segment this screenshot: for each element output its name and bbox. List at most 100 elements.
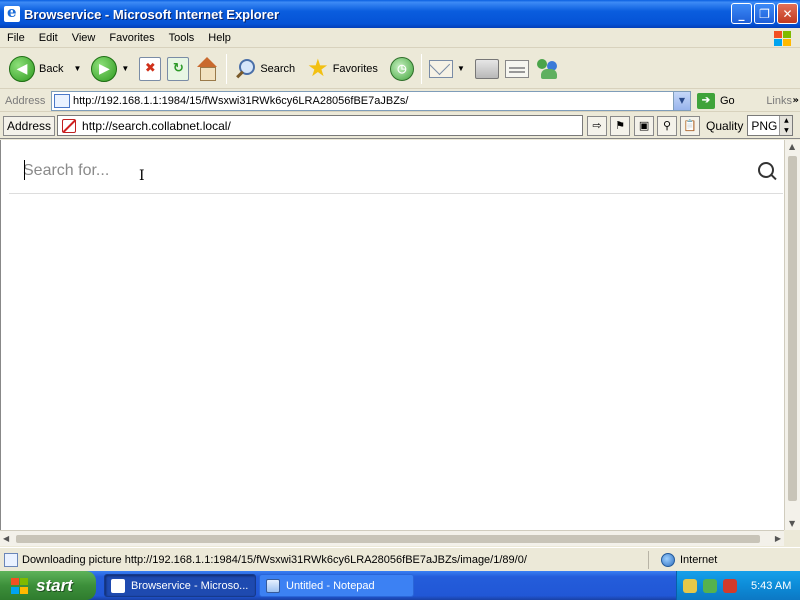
menu-help[interactable]: Help bbox=[201, 32, 238, 44]
address-url: http://192.168.1.1:1984/15/fWsxwi31RWk6c… bbox=[73, 94, 409, 107]
messenger-icon bbox=[535, 57, 561, 81]
address-dropdown-icon[interactable]: ▼ bbox=[673, 91, 690, 110]
mail-icon bbox=[428, 59, 453, 78]
address-input[interactable]: http://192.168.1.1:1984/15/fWsxwi31RWk6c… bbox=[51, 90, 691, 111]
system-tray: 5:43 AM bbox=[676, 571, 800, 600]
horizontal-scrollbar[interactable]: ◀ ▶ bbox=[0, 530, 784, 546]
menu-favorites[interactable]: Favorites bbox=[102, 32, 161, 44]
security-alert-icon[interactable] bbox=[723, 578, 737, 593]
volume-icon[interactable] bbox=[703, 578, 717, 593]
network-icon[interactable] bbox=[683, 578, 697, 593]
notepad-icon bbox=[266, 578, 280, 593]
go-button[interactable]: ➔ Go bbox=[697, 92, 735, 109]
printer-icon bbox=[474, 58, 499, 79]
ie-icon bbox=[111, 578, 125, 593]
status-bar: Downloading picture http://192.168.1.1:1… bbox=[0, 547, 800, 571]
horizontal-scroll-thumb[interactable] bbox=[16, 535, 760, 543]
status-text: Downloading picture http://192.168.1.1:1… bbox=[22, 553, 527, 566]
go-arrow-icon[interactable]: ⇨ bbox=[587, 115, 608, 136]
browservice-nav-buttons: ⇨ ⚑ bbox=[587, 115, 631, 136]
search-box bbox=[9, 148, 783, 194]
scroll-up-icon[interactable]: ▲ bbox=[789, 142, 795, 151]
scrollbar-corner bbox=[784, 530, 800, 546]
windows-logo-icon bbox=[766, 29, 794, 47]
minimize-button[interactable]: _ bbox=[731, 3, 752, 24]
vertical-scrollbar[interactable]: ▲ ▼ bbox=[784, 140, 800, 530]
browservice-control-bar: Address http://search.collabnet.local/ ⇨… bbox=[0, 113, 800, 139]
search-icon bbox=[234, 58, 256, 80]
taskbar: start Browservice - Microso... Untitled … bbox=[0, 571, 800, 600]
refresh-icon: ↻ bbox=[167, 56, 190, 81]
browservice-url: http://search.collabnet.local/ bbox=[82, 118, 231, 133]
home-icon bbox=[195, 56, 219, 81]
refresh-button[interactable]: ↻ bbox=[164, 52, 192, 86]
quality-selector[interactable]: PNG ▲ ▼ bbox=[747, 115, 794, 136]
page-content: I bbox=[0, 140, 784, 530]
search-input[interactable] bbox=[23, 158, 713, 184]
browservice-address-input[interactable]: http://search.collabnet.local/ bbox=[57, 115, 584, 136]
back-label: Back bbox=[39, 62, 64, 75]
quality-spinner[interactable]: ▲ ▼ bbox=[779, 116, 793, 135]
toolbar-separator bbox=[226, 53, 228, 84]
menu-file[interactable]: File bbox=[0, 32, 32, 44]
favorites-button[interactable]: ★ Favorites bbox=[304, 52, 387, 86]
stop-icon: ✖ bbox=[139, 56, 162, 81]
globe-icon bbox=[661, 552, 675, 567]
start-button[interactable]: start bbox=[0, 571, 96, 600]
close-button[interactable]: ✕ bbox=[777, 3, 798, 24]
clipboard-icon[interactable]: 📋 bbox=[680, 115, 701, 136]
history-icon: ◷ bbox=[389, 56, 414, 81]
edit-button[interactable] bbox=[502, 52, 532, 86]
forward-dropdown-icon[interactable]: ▼ bbox=[121, 64, 129, 73]
window-controls: _ ❐ ✕ bbox=[731, 3, 798, 24]
print-button[interactable] bbox=[472, 52, 502, 86]
browservice-address-label: Address bbox=[3, 115, 56, 136]
menu-edit[interactable]: Edit bbox=[32, 32, 65, 44]
vertical-scroll-thumb[interactable] bbox=[788, 156, 797, 501]
links-button[interactable]: Links bbox=[766, 95, 792, 107]
mail-button[interactable]: ▼ bbox=[426, 52, 472, 86]
history-button[interactable]: ◷ bbox=[387, 52, 417, 86]
menu-bar: File Edit View Favorites Tools Help bbox=[0, 28, 800, 48]
scroll-left-icon[interactable]: ◀ bbox=[3, 534, 9, 543]
favorites-label: Favorites bbox=[332, 62, 378, 75]
text-caret bbox=[24, 160, 25, 180]
text-cursor-icon: I bbox=[139, 168, 145, 184]
links-chevron-icon[interactable]: » bbox=[793, 95, 799, 106]
forward-button[interactable]: ▶ ▼ bbox=[88, 52, 136, 86]
spin-up-icon[interactable]: ▲ bbox=[780, 116, 793, 126]
search-label: Search bbox=[260, 62, 296, 75]
bookmark-icon[interactable]: ⚑ bbox=[610, 115, 631, 136]
quality-label: Quality bbox=[706, 118, 744, 133]
messenger-button[interactable] bbox=[532, 52, 564, 86]
page-icon bbox=[4, 552, 18, 567]
maximize-button[interactable]: ❐ bbox=[754, 3, 775, 24]
taskbar-item-notepad[interactable]: Untitled - Notepad bbox=[259, 574, 414, 597]
menu-view[interactable]: View bbox=[65, 32, 103, 44]
task-label: Untitled - Notepad bbox=[286, 579, 375, 592]
save-image-icon[interactable]: ▣ bbox=[634, 115, 655, 136]
mail-dropdown-icon[interactable]: ▼ bbox=[457, 64, 465, 73]
taskbar-item-browservice[interactable]: Browservice - Microso... bbox=[104, 574, 256, 597]
scroll-right-icon[interactable]: ▶ bbox=[775, 534, 781, 543]
star-icon: ★ bbox=[307, 54, 329, 82]
clock[interactable]: 5:43 AM bbox=[751, 580, 791, 592]
security-zone: Internet bbox=[661, 552, 717, 567]
spin-down-icon[interactable]: ▼ bbox=[780, 125, 793, 135]
back-dropdown-icon[interactable]: ▼ bbox=[73, 64, 81, 73]
go-label: Go bbox=[720, 94, 735, 107]
status-separator bbox=[648, 550, 649, 569]
search-icon[interactable] bbox=[757, 161, 777, 181]
scroll-down-icon[interactable]: ▼ bbox=[789, 519, 795, 528]
address-label: Address bbox=[5, 94, 46, 107]
back-arrow-icon: ◀ bbox=[9, 55, 35, 82]
title-bar: Browservice - Microsoft Internet Explore… bbox=[0, 0, 800, 28]
search-button[interactable]: Search bbox=[231, 52, 304, 86]
stop-button[interactable]: ✖ bbox=[136, 52, 164, 86]
home-button[interactable] bbox=[192, 52, 222, 86]
menu-tools[interactable]: Tools bbox=[162, 32, 202, 44]
find-icon[interactable]: ⚲ bbox=[657, 115, 678, 136]
back-button[interactable]: ◀ Back ▼ bbox=[6, 52, 88, 86]
quality-value: PNG bbox=[751, 118, 778, 133]
browservice-tool-buttons: ▣ ⚲ 📋 bbox=[634, 115, 701, 136]
